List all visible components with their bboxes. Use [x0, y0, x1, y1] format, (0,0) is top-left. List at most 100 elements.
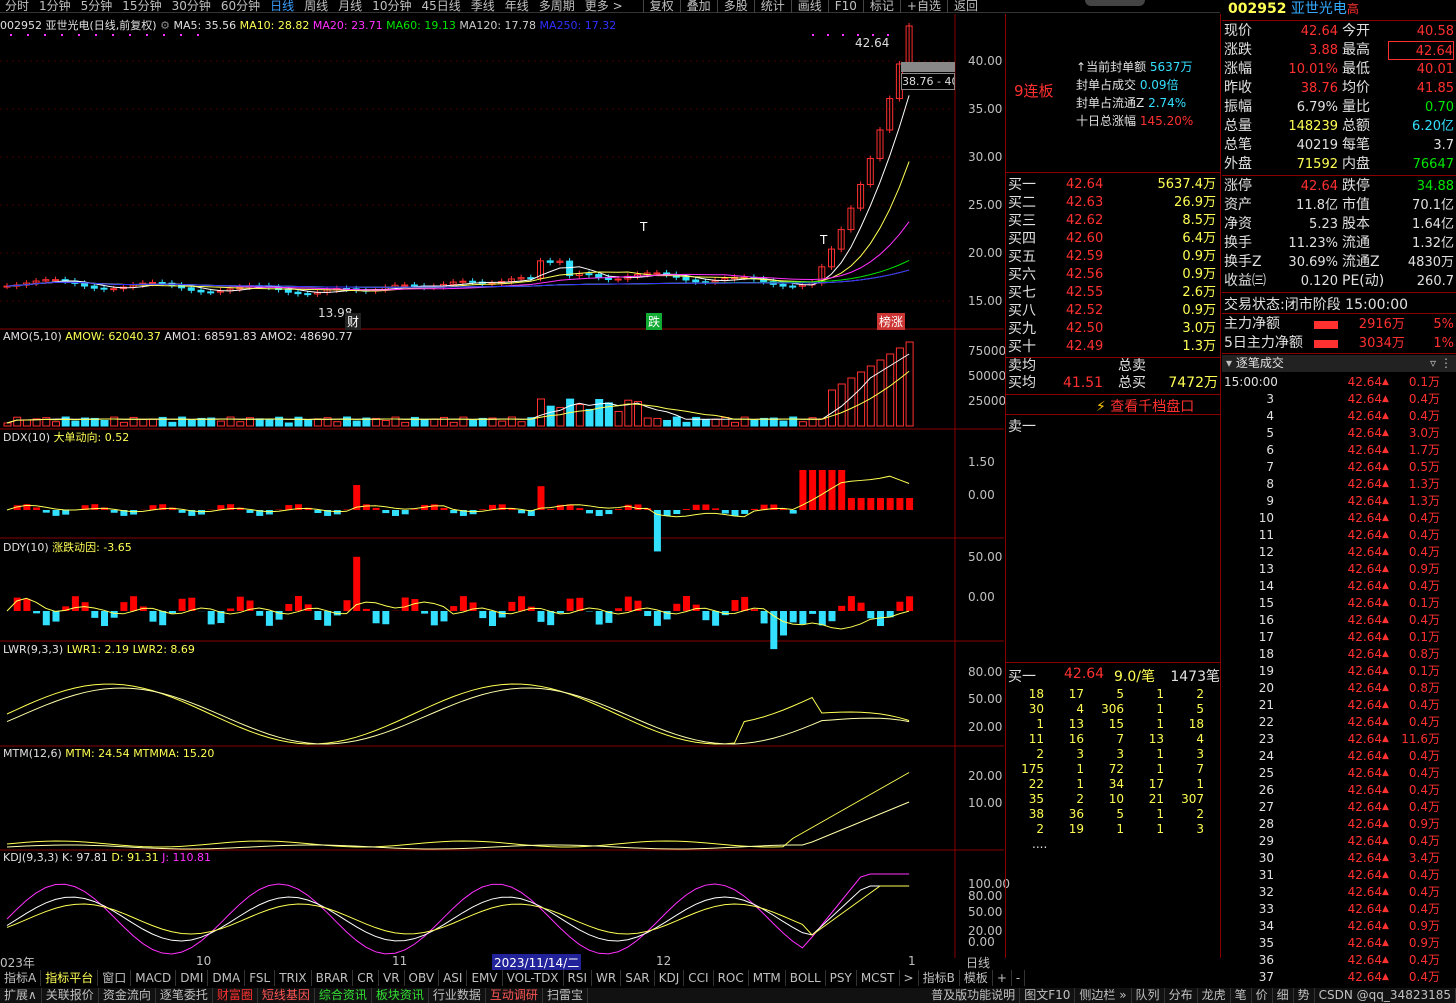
period-tab[interactable]: 日线 [265, 0, 299, 13]
period-tab[interactable]: 30分钟 [167, 0, 216, 13]
indicator-tab[interactable]: > [900, 970, 919, 986]
bottom-tab[interactable]: 板块资讯 [372, 988, 429, 1003]
toolbar-button[interactable]: 标记 [862, 0, 900, 13]
bid-row[interactable]: 买八 42.52 0.9万 [1006, 302, 1220, 320]
indicator-tab[interactable]: CCI [684, 970, 714, 986]
y-axis-label: 40.00 [968, 54, 1003, 68]
bottom-tab[interactable]: 资金流向 [99, 988, 156, 1003]
indicator-tab[interactable]: + [993, 970, 1012, 986]
bottom-right-tab[interactable]: 图文F10 [1020, 988, 1076, 1003]
period-tab[interactable]: 周线 [299, 0, 333, 13]
period-tab[interactable]: 月线 [333, 0, 367, 13]
toolbar-button[interactable]: 复权 [642, 0, 680, 13]
bid-row[interactable]: 买七 42.55 2.6万 [1006, 284, 1220, 302]
bid-row[interactable]: 买六 42.56 0.9万 [1006, 266, 1220, 284]
indicator-tab[interactable]: 模板 [960, 970, 993, 986]
tick-time: 22 [1258, 715, 1274, 729]
indicator-tab[interactable]: ROC [714, 970, 749, 986]
bottom-tab[interactable]: 短线基因 [258, 988, 315, 1003]
chart-area[interactable] [0, 14, 1004, 958]
mark-cai[interactable]: 财 [345, 313, 362, 330]
period-tab[interactable]: 15分钟 [117, 0, 166, 13]
stock-code: 002952 [1228, 1, 1287, 17]
bid-row[interactable]: 买四 42.60 6.4万 [1006, 230, 1220, 248]
bottom-tab[interactable]: 综合资讯 [315, 988, 372, 1003]
indicator-tab[interactable]: KDJ [655, 970, 685, 986]
period-tab[interactable]: 更多 > [580, 0, 628, 13]
bottom-tab[interactable]: 关联报价 [42, 988, 99, 1003]
toolbar-button[interactable]: 多股 [716, 0, 754, 13]
ticks-header[interactable]: ▾ 逐笔成交 ▿ ⋮ [1222, 355, 1456, 372]
toolbar-button[interactable]: 叠加 [679, 0, 717, 13]
mark-die[interactable]: 跌 [646, 313, 663, 330]
indicator-tab[interactable]: DMA [208, 970, 246, 986]
toolbar-button[interactable]: 统计 [753, 0, 791, 13]
toolbar-button[interactable]: 返回 [946, 0, 984, 13]
bottom-right-tab[interactable]: 队列 [1132, 988, 1165, 1003]
filter-icon[interactable]: ▿ [1430, 355, 1436, 372]
tick-price: 42.64 [1347, 392, 1382, 406]
bid-row[interactable]: 买九 42.50 3.0万 [1006, 320, 1220, 338]
period-tab[interactable]: 5分钟 [76, 0, 118, 13]
candle [158, 281, 166, 284]
indicator-tab[interactable]: FSL [245, 970, 276, 986]
indicator-tab[interactable]: BRAR [312, 970, 354, 986]
bid-row[interactable]: 买一 42.64 5637.4万 [1006, 176, 1220, 194]
indicator-tab[interactable]: - [1012, 970, 1026, 986]
indicator-tab[interactable]: ASI [439, 970, 468, 986]
indicator-tab[interactable]: EMV [467, 970, 503, 986]
indicator-tab[interactable]: PSY [826, 970, 857, 986]
bottom-tab[interactable]: 行业数据 [429, 988, 486, 1003]
indicator-tab[interactable]: MCST [857, 970, 900, 986]
indicator-tab[interactable]: BOLL [786, 970, 826, 986]
toolbar-button[interactable]: +自选 [899, 0, 947, 13]
indicator-tab[interactable]: VR [379, 970, 405, 986]
bottom-right-tab[interactable]: 普及版功能说明 [927, 988, 1021, 1003]
bid-row[interactable]: 买十 42.49 1.3万 [1006, 338, 1220, 356]
indicator-tab[interactable]: 窗口 [98, 970, 132, 986]
depth-link[interactable]: ⚡ 查看千档盘口 [1096, 396, 1194, 416]
period-tab[interactable]: 分时 [0, 0, 34, 13]
bottom-right-tab[interactable]: 侧边栏 » [1075, 988, 1132, 1003]
drag-handle[interactable] [1085, 0, 1145, 6]
bottom-tab[interactable]: 扩展∧ [0, 988, 42, 1003]
more-icon[interactable]: ⋮ [1440, 355, 1452, 372]
indicator-tab[interactable]: MACD [131, 970, 177, 986]
period-tab[interactable]: 10分钟 [367, 0, 416, 13]
gear-icon[interactable]: ⚙ [160, 19, 170, 32]
indicator-tab[interactable]: 指标平台 [41, 970, 99, 986]
indicator-tab[interactable]: SAR [621, 970, 655, 986]
period-tab[interactable]: 60分钟 [216, 0, 265, 13]
indicator-tab[interactable]: RSI [564, 970, 593, 986]
indicator-tab[interactable]: DMI [176, 970, 209, 986]
ddy-bar [556, 611, 564, 613]
bid-row[interactable]: 买二 42.63 26.9万 [1006, 194, 1220, 212]
period-tab[interactable]: 年线 [500, 0, 534, 13]
indicator-tab[interactable]: 指标A [0, 970, 42, 986]
indicator-tab[interactable]: 指标B [919, 970, 960, 986]
toolbar-button[interactable]: F10 [827, 0, 863, 13]
period-tab[interactable]: 季线 [466, 0, 500, 13]
indicator-tab[interactable]: CR [353, 970, 379, 986]
bottom-tab[interactable]: 互动调研 [486, 988, 543, 1003]
collapse-icon[interactable]: ▾ [1226, 356, 1232, 370]
indicator-tab[interactable]: WR [592, 970, 622, 986]
toolbar-button[interactable]: 画线 [790, 0, 828, 13]
period-tab[interactable]: 多周期 [534, 0, 580, 13]
period-tab[interactable]: 45日线 [416, 0, 465, 13]
indicator-tab[interactable]: VOL-TDX [503, 970, 564, 986]
bid-row[interactable]: 买五 42.59 0.9万 [1006, 248, 1220, 266]
kline-chart-svg[interactable] [0, 14, 1004, 958]
period-tab[interactable]: 1分钟 [34, 0, 76, 13]
bottom-tab[interactable]: 财富圈 [213, 988, 258, 1003]
indicator-tab[interactable]: MTM [749, 970, 786, 986]
mark-bangzhang[interactable]: 榜涨 [877, 313, 906, 330]
bottom-tab[interactable]: 逐笔委托 [156, 988, 213, 1003]
tick-list[interactable]: 15:00:00 42.64 ▲ 0.1万 3 42.64 ▲ 0.4万 4 42.64 ▲ 0.4万… [1222, 374, 1456, 986]
indicator-tab[interactable]: TRIX [275, 970, 312, 986]
indicator-tab[interactable]: OBV [405, 970, 440, 986]
bottom-tab[interactable]: 扫雷宝 [543, 988, 588, 1003]
bid-row[interactable]: 买三 42.62 8.5万 [1006, 212, 1220, 230]
bottom-right-tab[interactable]: 分布 [1165, 988, 1198, 1003]
quote-label: 量比 [1342, 99, 1370, 115]
